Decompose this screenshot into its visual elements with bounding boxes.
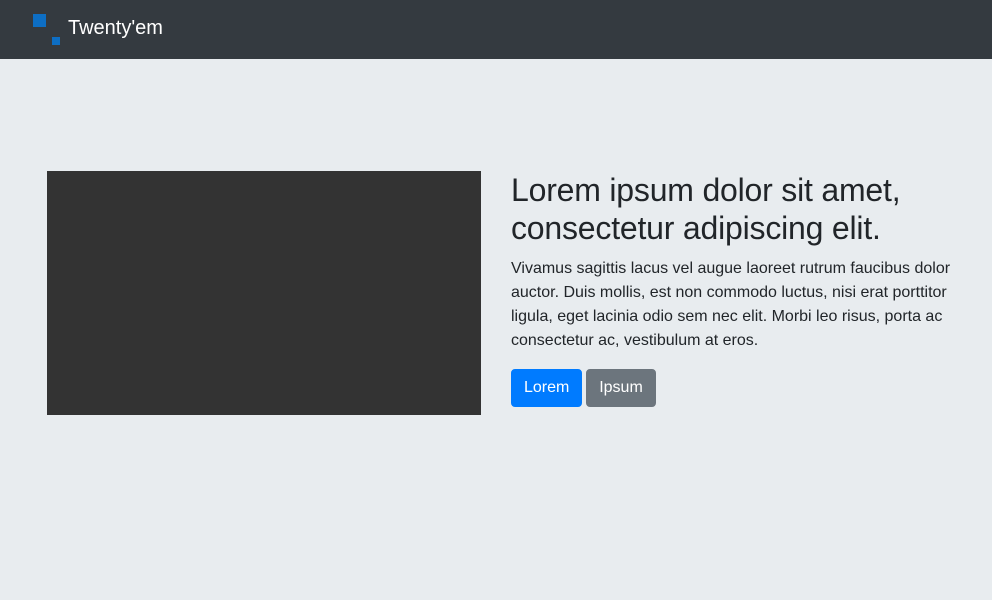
hero-image-placeholder (47, 171, 481, 415)
lorem-button[interactable]: Lorem (511, 369, 582, 407)
hero-content: Lorem ipsum dolor sit amet, consectetur … (511, 171, 951, 407)
brand-name: Twenty'em (68, 17, 163, 39)
ipsum-button[interactable]: Ipsum (586, 369, 656, 407)
logo-squares-icon (33, 14, 61, 46)
brand-link[interactable]: Twenty'em (33, 14, 163, 46)
hero-description: Vivamus sagittis lacus vel augue laoreet… (511, 260, 951, 349)
hero-buttons: Lorem Ipsum (511, 369, 951, 407)
hero-heading: Lorem ipsum dolor sit amet, consectetur … (511, 172, 901, 246)
navbar: Twenty'em (0, 0, 992, 59)
